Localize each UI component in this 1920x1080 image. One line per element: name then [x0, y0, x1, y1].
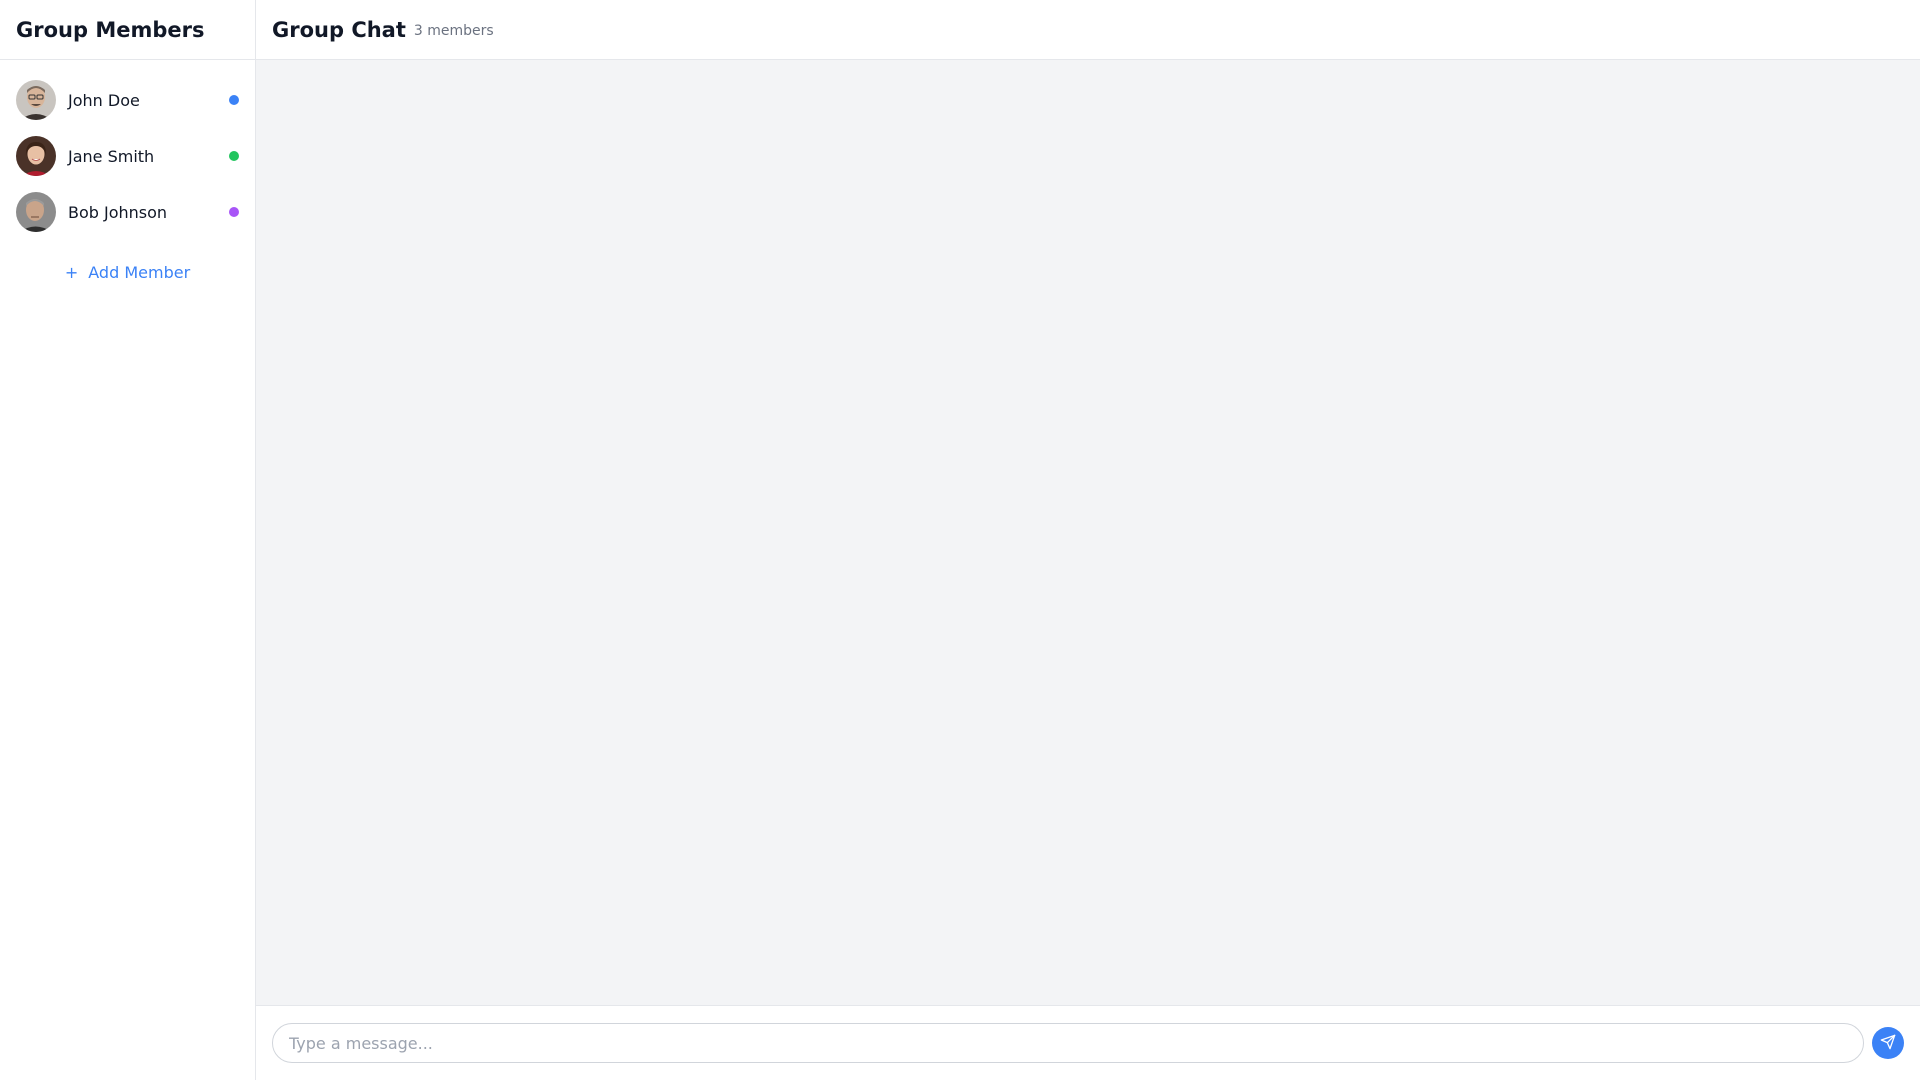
chat-title: Group Chat	[272, 17, 406, 42]
member-name: Bob Johnson	[68, 202, 168, 222]
status-dot	[229, 151, 239, 161]
avatar	[16, 80, 56, 120]
message-composer	[256, 1006, 1920, 1080]
member-name: Jane Smith	[68, 146, 155, 166]
avatar	[16, 136, 56, 176]
message-area[interactable]	[256, 60, 1920, 1006]
status-dot	[229, 207, 239, 217]
member-count: 3 members	[413, 22, 494, 39]
members-sidebar: Group Members John Doe Jane Smith Bob Jo…	[0, 0, 256, 1080]
member-item-jane-smith[interactable]: Jane Smith	[0, 128, 255, 184]
member-list: John Doe Jane Smith Bob Johnson	[0, 60, 255, 240]
avatar	[16, 192, 56, 232]
status-dot	[229, 95, 239, 105]
member-item-john-doe[interactable]: John Doe	[0, 72, 255, 128]
app: Group Members John Doe Jane Smith Bob Jo…	[0, 0, 1920, 1080]
member-item-bob-johnson[interactable]: Bob Johnson	[0, 184, 255, 240]
member-name: John Doe	[68, 90, 140, 110]
sidebar-header: Group Members	[0, 0, 255, 60]
plus-icon: +	[64, 262, 79, 282]
add-member-button[interactable]: + Add Member	[0, 256, 255, 288]
message-input[interactable]	[272, 1023, 1864, 1063]
sidebar-title: Group Members	[16, 17, 205, 42]
send-icon	[1880, 1034, 1896, 1053]
chat-header: Group Chat 3 members	[256, 0, 1920, 60]
send-button[interactable]	[1872, 1027, 1904, 1059]
chat-main: Group Chat 3 members	[256, 0, 1920, 1080]
add-member-label: Add Member	[88, 262, 191, 282]
